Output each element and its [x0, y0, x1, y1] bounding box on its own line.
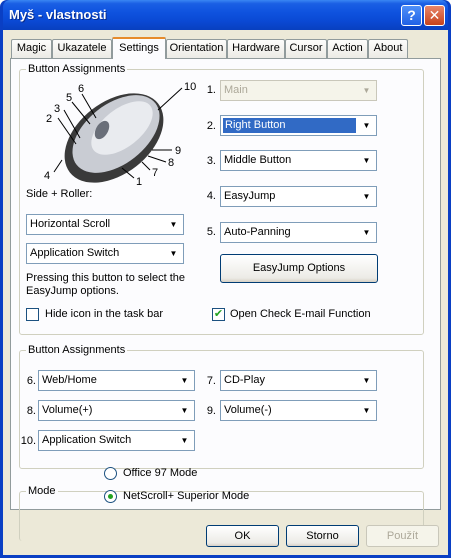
group-legend: Mode	[26, 485, 58, 498]
callout-5: 5	[66, 92, 72, 104]
dialog-window: Myš - vlastnosti ? ✕ Magic Ukazatele Set…	[0, 0, 451, 558]
dropdown-arrow-icon[interactable]: ▼	[358, 402, 375, 419]
radio-selected-dot	[108, 494, 113, 499]
combo-value: Application Switch	[42, 434, 132, 446]
dropdown-arrow-icon[interactable]: ▼	[165, 216, 182, 233]
group-legend: Button Assignments	[26, 344, 128, 357]
combo-value: Web/Home	[42, 374, 97, 386]
cancel-button[interactable]: Storno	[286, 525, 359, 547]
open-check-email-checkbox[interactable]: ✔	[212, 308, 225, 321]
combo-value: Application Switch	[30, 247, 120, 259]
extra-combo-10[interactable]: Application Switch ▼	[38, 430, 195, 451]
dropdown-arrow-icon[interactable]: ▼	[358, 372, 375, 389]
dropdown-arrow-icon[interactable]: ▼	[176, 432, 193, 449]
combo-value: CD-Play	[224, 374, 265, 386]
check-icon: ✔	[213, 308, 224, 320]
hide-icon-label[interactable]: Hide icon in the task bar	[45, 308, 163, 321]
callout-2: 2	[46, 113, 52, 125]
dropdown-arrow-icon[interactable]: ▼	[165, 245, 182, 262]
assignment-combo-5[interactable]: Auto-Panning ▼	[220, 222, 377, 243]
assignment-number-5: 5.	[206, 226, 216, 238]
extra-combo-6[interactable]: Web/Home ▼	[38, 370, 195, 391]
assignment-combo-4[interactable]: EasyJump ▼	[220, 186, 377, 207]
dropdown-arrow-icon[interactable]: ▼	[176, 372, 193, 389]
dropdown-arrow-icon[interactable]: ▼	[176, 402, 193, 419]
tab-magic[interactable]: Magic	[11, 39, 52, 58]
extra-number-9: 9.	[206, 405, 216, 417]
combo-value: Middle Button	[224, 154, 292, 166]
help-button[interactable]: ?	[401, 5, 422, 26]
callout-8: 8	[168, 157, 174, 169]
assignment-number-1: 1.	[206, 84, 216, 96]
office97-mode-radio[interactable]	[104, 467, 117, 480]
button-assignments-group: Button Assignments 10 6 5 3 2 4 9 8 7 1 …	[19, 63, 424, 335]
assignment-combo-3[interactable]: Middle Button ▼	[220, 150, 377, 171]
side-combo-2[interactable]: Application Switch ▼	[26, 243, 184, 264]
settings-panel: Button Assignments 10 6 5 3 2 4 9 8 7 1 …	[10, 58, 441, 541]
tab-cursor[interactable]: Cursor	[285, 39, 327, 58]
tab-settings[interactable]: Settings	[112, 37, 166, 59]
combo-value: Volume(+)	[42, 404, 93, 416]
close-button[interactable]: ✕	[424, 5, 445, 26]
callout-1: 1	[136, 176, 142, 188]
callout-3: 3	[54, 103, 60, 115]
tab-action[interactable]: Action	[327, 39, 368, 58]
extra-number-10: 10.	[20, 435, 36, 447]
dropdown-arrow-icon[interactable]: ▼	[358, 152, 375, 169]
callout-6: 6	[78, 83, 84, 95]
netscroll-mode-label[interactable]: NetScroll+ Superior Mode	[123, 490, 249, 503]
assignment-number-2: 2.	[206, 120, 216, 132]
tab-ukazatele[interactable]: Ukazatele	[52, 39, 112, 58]
combo-value: EasyJump	[224, 190, 276, 202]
window-title: Myš - vlastnosti	[9, 7, 107, 22]
open-check-email-label[interactable]: Open Check E-mail Function	[230, 308, 371, 321]
dropdown-arrow-icon[interactable]: ▼	[358, 117, 375, 134]
group-legend: Button Assignments	[26, 63, 128, 76]
callout-10: 10	[184, 81, 196, 93]
combo-value: Auto-Panning	[224, 226, 291, 238]
dropdown-arrow-icon[interactable]: ▼	[358, 224, 375, 241]
side-roller-label: Side + Roller:	[26, 188, 93, 200]
assignment-number-3: 3.	[206, 155, 216, 167]
apply-button: Použít	[366, 525, 439, 547]
extra-number-7: 7.	[206, 375, 216, 387]
extra-number-8: 8.	[26, 405, 36, 417]
extra-number-6: 6.	[26, 375, 36, 387]
easyjump-options-button[interactable]: EasyJump Options	[220, 254, 378, 283]
office97-mode-label[interactable]: Office 97 Mode	[123, 467, 197, 480]
combo-value: Right Button	[223, 118, 356, 133]
dropdown-arrow-icon[interactable]: ▼	[358, 188, 375, 205]
netscroll-mode-radio[interactable]	[104, 490, 117, 503]
extra-combo-7[interactable]: CD-Play ▼	[220, 370, 377, 391]
tab-orientation[interactable]: Orientation	[166, 39, 227, 58]
extra-combo-8[interactable]: Volume(+) ▼	[38, 400, 195, 421]
assignment-combo-2[interactable]: Right Button ▼	[220, 115, 377, 136]
combo-value: Horizontal Scroll	[30, 218, 111, 230]
callout-7: 7	[152, 167, 158, 179]
combo-value: Volume(-)	[224, 404, 272, 416]
assignment-number-4: 4.	[206, 190, 216, 202]
easyjump-hint: Pressing this button to select the EasyJ…	[26, 272, 185, 297]
ok-button[interactable]: OK	[206, 525, 279, 547]
tab-about[interactable]: About	[368, 39, 408, 58]
combo-value: Main	[224, 84, 248, 96]
assignment-combo-1: Main ▼	[220, 80, 377, 101]
dialog-client: Magic Ukazatele Settings Orientation Har…	[3, 30, 448, 555]
callout-4: 4	[44, 170, 50, 182]
tab-hardware[interactable]: Hardware	[227, 39, 285, 58]
hide-icon-checkbox[interactable]	[26, 308, 39, 321]
extra-combo-9[interactable]: Volume(-) ▼	[220, 400, 377, 421]
mouse-diagram: 10 6 5 3 2 4 9 8 7 1	[44, 81, 196, 188]
callout-9: 9	[175, 145, 181, 157]
title-bar[interactable]: Myš - vlastnosti ? ✕	[3, 0, 448, 30]
dropdown-arrow-icon: ▼	[358, 82, 375, 99]
side-combo-1[interactable]: Horizontal Scroll ▼	[26, 214, 184, 235]
extra-buttons-group: Button Assignments 6. Web/Home ▼ 7. CD-P…	[19, 344, 424, 469]
